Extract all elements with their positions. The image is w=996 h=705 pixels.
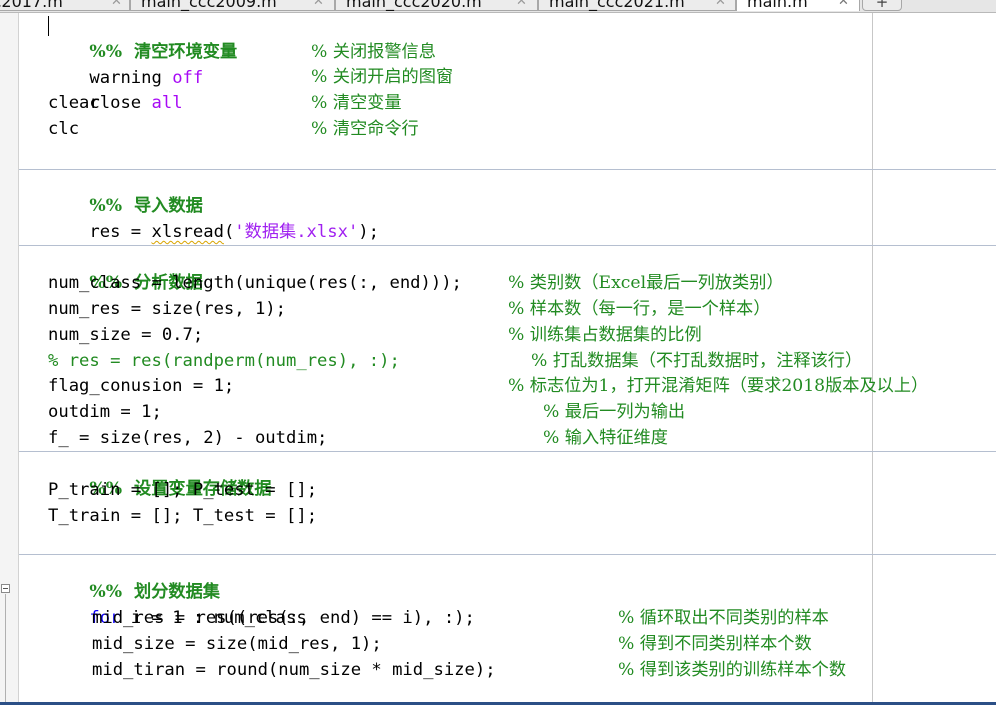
code-line[interactable]: %% 分析数据 xyxy=(48,244,202,293)
right-text-margin xyxy=(872,13,873,703)
code-text: all xyxy=(151,93,183,113)
code-line[interactable]: close all xyxy=(48,64,182,113)
code-comment: % 得到不同类别样本个数 xyxy=(618,634,812,654)
tab-ccc2017[interactable]: ccc2017.m ✕ xyxy=(0,0,130,11)
tab-main-ccc2020[interactable]: main_ccc2020.m ✕ xyxy=(335,0,538,11)
code-comment: % 清空命令行 xyxy=(311,119,419,139)
tab-main[interactable]: main.m ✕ xyxy=(736,0,860,11)
code-line[interactable]: flag_conusion = 1; xyxy=(48,373,234,399)
code-line[interactable]: num_size = 0.7; xyxy=(48,322,203,348)
code-text: ( xyxy=(223,222,235,242)
code-comment: % 最后一列为输出 xyxy=(543,402,686,422)
code-comment: % 得到该类别的训练样本个数 xyxy=(618,660,847,680)
code-comment: % 循环取出不同类别的样本 xyxy=(618,608,829,628)
close-icon[interactable]: ✕ xyxy=(111,0,122,12)
code-line[interactable]: mid_tiran = round(num_size * mid_size); xyxy=(92,657,496,683)
code-line[interactable]: T_train = []; T_test = []; xyxy=(48,503,317,529)
code-comment: % 标志位为1，打开混淆矩阵（要求2018版本及以上） xyxy=(508,376,929,396)
code-line[interactable]: outdim = 1; xyxy=(48,399,162,425)
code-line[interactable]: %% 导入数据 xyxy=(48,167,202,216)
fold-guide-line xyxy=(5,594,6,704)
code-line[interactable]: num_class = length(unique(res(:, end))); xyxy=(48,270,462,296)
add-tab-button[interactable]: + xyxy=(862,0,902,11)
code-line[interactable]: f_ = size(res, 2) - outdim; xyxy=(48,425,327,451)
editor-tab-bar: ccc2017.m ✕ main_ccc2009.m ✕ main_ccc202… xyxy=(0,0,996,13)
code-comment: % 打乱数据集（不打乱数据时，注释该行） xyxy=(531,351,863,371)
code-line[interactable]: %% 清空环境变量 xyxy=(48,13,237,62)
code-comment: % 样本数（每一行，是一个样本） xyxy=(508,299,771,319)
close-icon[interactable]: ✕ xyxy=(838,0,849,12)
code-line[interactable]: res = xlsread('数据集.xlsx'); xyxy=(48,193,379,242)
tab-label: main_ccc2009.m xyxy=(141,0,277,11)
code-line[interactable]: %% 划分数据集 xyxy=(48,553,220,602)
code-line[interactable]: P_train = []; P_test = []; xyxy=(48,477,317,503)
code-line[interactable]: %% 设置变量存储数据 xyxy=(48,450,271,499)
close-icon[interactable]: ✕ xyxy=(715,0,726,12)
tab-label: main_ccc2021.m xyxy=(549,0,685,11)
code-comment: % 类别数（Excel最后一列放类别） xyxy=(508,273,784,293)
tab-label: ccc2017.m xyxy=(0,0,63,11)
tab-main-ccc2009[interactable]: main_ccc2009.m ✕ xyxy=(130,0,335,11)
code-line[interactable]: warning off xyxy=(48,39,203,88)
code-line[interactable]: mid_size = size(mid_res, 1); xyxy=(92,631,382,657)
editor-gutter xyxy=(0,13,19,703)
string-literal: '数据集.xlsx' xyxy=(234,222,359,242)
code-line[interactable]: clc xyxy=(48,116,79,142)
code-comment: % 关闭开启的图窗 xyxy=(311,67,454,87)
code-line[interactable]: clear xyxy=(48,90,100,116)
code-comment: % 清空变量 xyxy=(311,93,402,113)
code-text: ); xyxy=(358,222,379,242)
code-text: res = xyxy=(89,222,152,242)
code-text: xlsread xyxy=(151,222,224,242)
code-comment: % 输入特征维度 xyxy=(543,428,668,448)
code-comment: % 关闭报警信息 xyxy=(311,42,436,62)
fold-toggle-icon[interactable] xyxy=(1,584,10,593)
tab-label: main_ccc2020.m xyxy=(346,0,482,11)
code-comment: % 训练集占数据集的比例 xyxy=(508,325,702,345)
code-line[interactable]: for i = 1 : num_class xyxy=(48,579,306,628)
close-icon[interactable]: ✕ xyxy=(516,0,527,12)
tab-main-ccc2021[interactable]: main_ccc2021.m ✕ xyxy=(538,0,736,11)
tab-label: main.m xyxy=(747,0,808,11)
code-line[interactable]: mid_res = res((res(:, end) == i), :); xyxy=(92,605,475,631)
code-line[interactable]: num_res = size(res, 1); xyxy=(48,296,286,322)
close-icon[interactable]: ✕ xyxy=(313,0,324,12)
code-line[interactable]: % res = res(randperm(num_res), :); xyxy=(48,348,400,374)
